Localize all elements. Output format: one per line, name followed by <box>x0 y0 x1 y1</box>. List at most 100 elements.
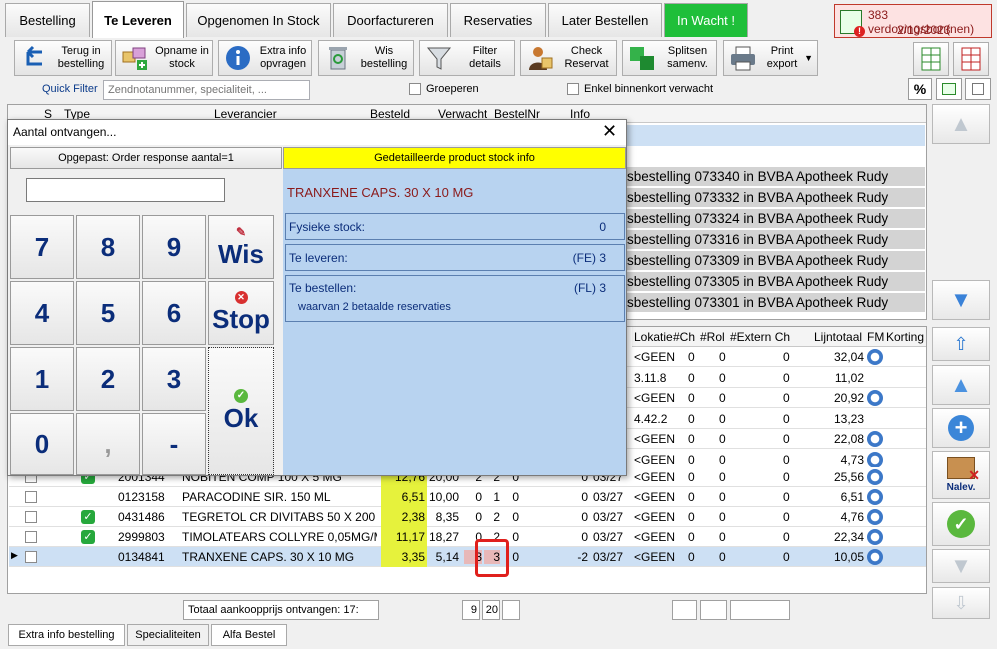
extra-info-opvragen-button[interactable]: Extra info opvragen <box>218 40 312 76</box>
fm-icon[interactable] <box>867 489 883 505</box>
fm-icon[interactable] <box>867 349 883 365</box>
fm-icon[interactable] <box>867 509 883 525</box>
row-checkbox[interactable] <box>25 551 37 563</box>
table-row[interactable]: <GEEN 0 0 0 20,92 <box>627 388 926 408</box>
column-header[interactable]: #Ch <box>673 330 695 344</box>
group-row[interactable]: sbestelling 073309 in BVBA Apotheek Rudy <box>627 251 925 271</box>
move-down-button[interactable]: ▼ <box>932 549 990 583</box>
row-checkbox[interactable] <box>25 511 37 523</box>
move-top-button[interactable]: ⇧ <box>932 327 990 361</box>
key-1[interactable]: 1 <box>10 347 74 411</box>
tab-in-wacht[interactable]: In Wacht ! <box>664 3 748 37</box>
tab-bestelling[interactable]: Bestelling <box>5 3 90 37</box>
key-comma[interactable]: , <box>76 413 140 475</box>
confirm-button[interactable]: ✓ <box>932 502 990 546</box>
column-header[interactable]: Korting <box>886 330 924 344</box>
close-icon[interactable]: ✕ <box>602 121 617 142</box>
table-row[interactable]: 0123158 PARACODINE SIR. 150 ML 6,51 10,00 0 1… <box>9 487 926 507</box>
add-button[interactable]: + <box>932 408 990 448</box>
copy-icon <box>972 83 984 95</box>
fm-icon[interactable] <box>867 549 883 565</box>
fm-icon[interactable] <box>867 390 883 406</box>
key-2[interactable]: 2 <box>76 347 140 411</box>
group-row[interactable]: sbestelling 073332 in BVBA Apotheek Rudy <box>627 188 925 208</box>
key-3[interactable]: 3 <box>142 347 206 411</box>
terug-in-bestelling-button[interactable]: Terug in bestelling <box>14 40 112 76</box>
toolbar-label: details <box>469 58 501 70</box>
column-header[interactable]: Lijntotaal <box>814 330 862 344</box>
fm-icon[interactable] <box>867 469 883 485</box>
move-up-button[interactable]: ▲ <box>932 365 990 405</box>
verdovingsbon-alert[interactable]: 383 verdovingsbon(nen) 2/10/2023 <box>834 4 992 38</box>
mail-export-button[interactable] <box>936 78 962 100</box>
cell-extern: 0 <box>783 411 790 426</box>
key-0[interactable]: 0 <box>10 413 74 475</box>
footer-cell <box>730 600 790 620</box>
key-4[interactable]: 4 <box>10 281 74 345</box>
opname-in-stock-button[interactable]: Opname in stock <box>115 40 213 76</box>
fm-icon[interactable] <box>867 451 883 468</box>
groeperen-checkbox[interactable] <box>409 83 421 95</box>
quick-filter-input[interactable] <box>103 80 310 100</box>
column-header[interactable]: FM <box>867 330 884 344</box>
table-row[interactable]: ✓ 2999803 TIMOLATEARS COLLYRE 0,05MG/M 11,1… <box>9 527 926 547</box>
group-row[interactable]: sbestelling 073316 in BVBA Apotheek Rudy <box>627 230 925 250</box>
fm-icon[interactable] <box>867 431 883 447</box>
tab-specialiteiten[interactable]: Specialiteiten <box>127 624 209 646</box>
fm-icon[interactable] <box>867 529 883 545</box>
filter-details-button[interactable]: Filter details <box>419 40 515 76</box>
nalevering-button[interactable]: ✕ Nalev. <box>932 451 990 499</box>
column-header[interactable]: Lokatie <box>634 330 673 344</box>
key-5[interactable]: 5 <box>76 281 140 345</box>
group-row[interactable]: sbestelling 073301 in BVBA Apotheek Rudy <box>627 293 925 313</box>
row-checkbox[interactable] <box>25 491 37 503</box>
table-row[interactable]: 3.11.8 0 0 0 11,02 <box>627 367 926 388</box>
dropdown-arrow-icon[interactable]: ▼ <box>804 53 813 63</box>
wis-button[interactable]: ✎ Wis <box>208 215 274 279</box>
key-minus[interactable]: - <box>142 413 206 475</box>
footer-total-label: Totaal aankoopprijs ontvangen: 17: <box>183 600 379 620</box>
key-9[interactable]: 9 <box>142 215 206 279</box>
print-export-button[interactable]: Print export ▼ <box>723 40 818 76</box>
remove-columns-button[interactable] <box>953 42 989 76</box>
tab-later-bestellen[interactable]: Later Bestellen <box>548 3 662 37</box>
add-columns-button[interactable] <box>913 42 949 76</box>
move-bottom-button[interactable]: ⇩ <box>932 587 990 619</box>
scroll-bottom-button[interactable]: ▼ <box>932 280 990 320</box>
tab-reservaties[interactable]: Reservaties <box>450 3 546 37</box>
group-row[interactable]: sbestelling 073305 in BVBA Apotheek Rudy <box>627 272 925 292</box>
stop-button[interactable]: ✕ Stop <box>208 281 274 345</box>
wis-bestelling-button[interactable]: Wis bestelling <box>318 40 414 76</box>
tab-doorfactureren[interactable]: Doorfactureren <box>333 3 448 37</box>
table-row[interactable]: <GEEN 0 0 0 32,04 <box>627 347 926 367</box>
table-row[interactable]: ✓ 0431486 TEGRETOL CR DIVITABS 50 X 200 2,3… <box>9 507 926 527</box>
percent-button[interactable]: % <box>908 78 932 100</box>
tab-te-leveren[interactable]: Te Leveren <box>92 1 184 38</box>
group-row-selected[interactable] <box>627 125 925 146</box>
scroll-top-button[interactable]: ▲ <box>932 104 990 144</box>
enkel-binnenkort-checkbox[interactable] <box>567 83 579 95</box>
group-row[interactable]: sbestelling 073340 in BVBA Apotheek Rudy <box>627 167 925 187</box>
group-row[interactable]: sbestelling 073324 in BVBA Apotheek Rudy <box>627 209 925 229</box>
splitsen-samenv-button[interactable]: Splitsen samenv. <box>622 40 717 76</box>
table-row[interactable]: <GEEN 0 0 0 22,08 <box>627 429 926 449</box>
cell-code: 0123158 <box>118 490 165 504</box>
te-leveren-label: Te leveren: <box>289 251 348 265</box>
key-7[interactable]: 7 <box>10 215 74 279</box>
cell-total: 8,35 <box>435 510 459 524</box>
table-row[interactable]: ▶ 0134841 TRANXENE CAPS. 30 X 10 MG 3,35 5,1… <box>9 547 926 567</box>
key-8[interactable]: 8 <box>76 215 140 279</box>
column-header[interactable]: #Extern Ch <box>730 330 790 344</box>
row-checkbox[interactable] <box>25 531 37 543</box>
tab-opgenomen-in-stock[interactable]: Opgenomen In Stock <box>186 3 331 37</box>
tab-alfa-bestel[interactable]: Alfa Bestel <box>211 624 287 646</box>
ok-button[interactable]: ✓ Ok <box>208 347 274 475</box>
tab-extra-info-bestelling[interactable]: Extra info bestelling <box>8 624 125 646</box>
copy-button[interactable] <box>965 78 991 100</box>
table-row[interactable]: 4.42.2 0 0 0 13,23 <box>627 408 926 429</box>
key-6[interactable]: 6 <box>142 281 206 345</box>
cell-lijntotaal: 4,76 <box>840 510 864 524</box>
quantity-input[interactable] <box>26 178 225 202</box>
check-reservat-button[interactable]: Check Reservat <box>520 40 617 76</box>
column-header[interactable]: #Rol <box>700 330 725 344</box>
